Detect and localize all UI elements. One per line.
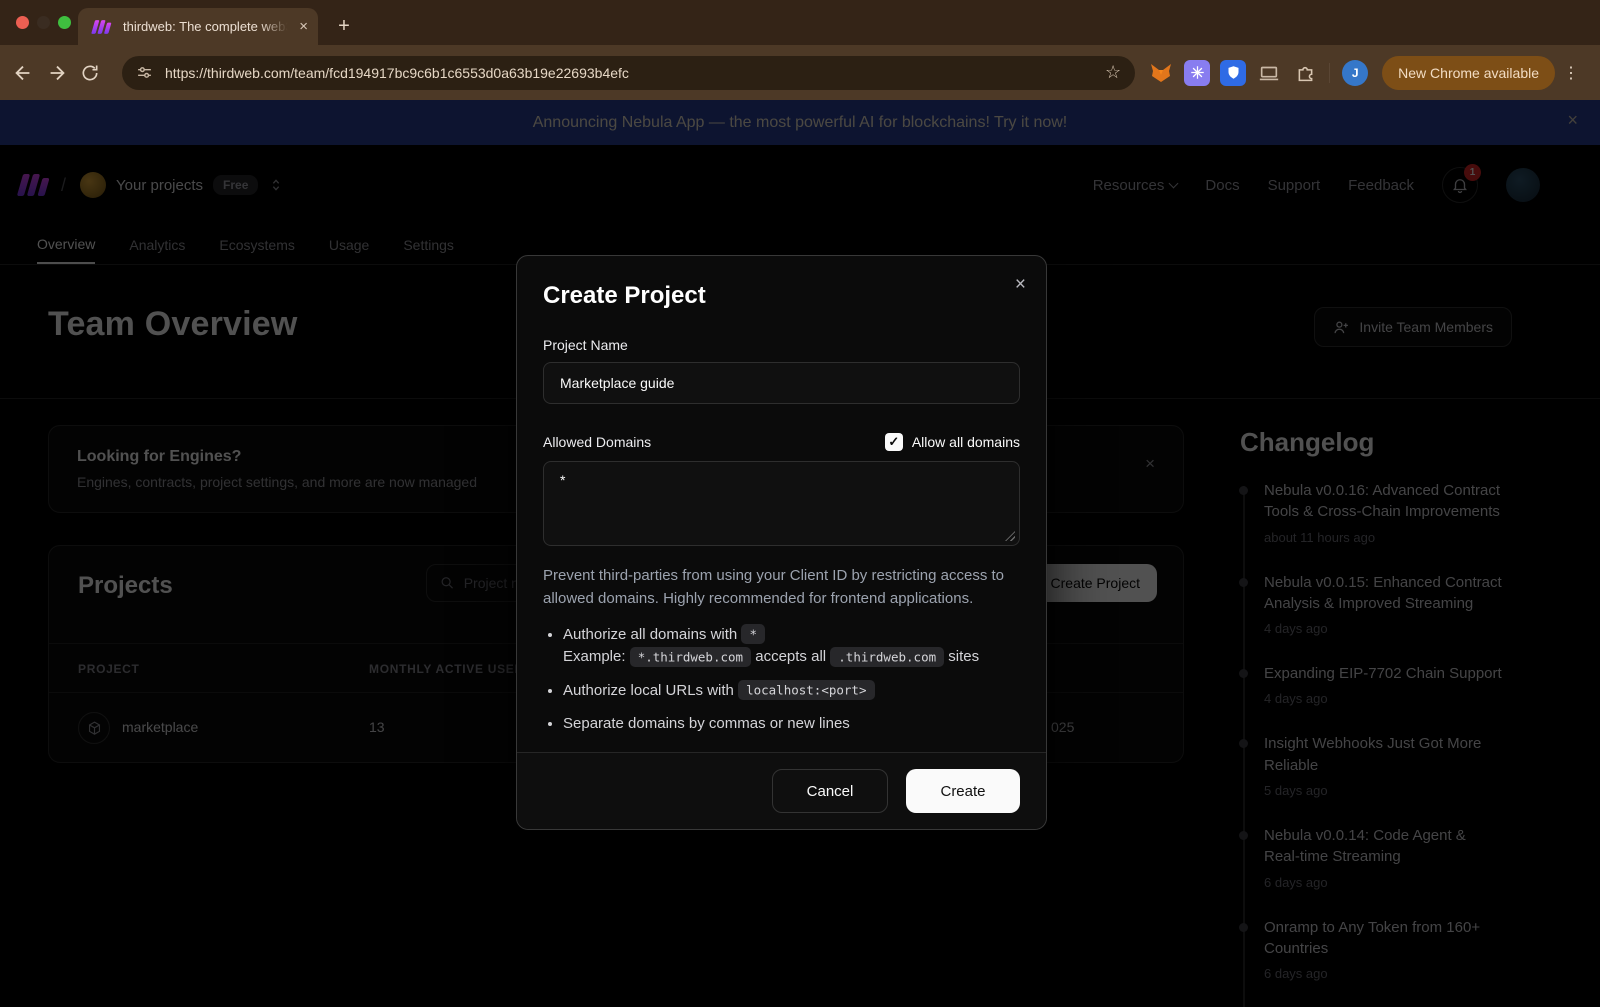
laptop-extension-icon[interactable]	[1256, 60, 1282, 86]
browser-tab[interactable]: thirdweb: The complete web3 ×	[78, 8, 318, 45]
reload-icon[interactable]	[80, 63, 114, 83]
modal-footer: Cancel Create	[517, 752, 1046, 829]
domains-bullet-list: Authorize all domains with * Example: *.…	[563, 624, 1020, 747]
bullet-separate: Separate domains by commas or new lines	[563, 713, 1020, 736]
project-name-input[interactable]	[543, 362, 1020, 404]
allowed-domains-label: Allowed Domains	[543, 434, 651, 450]
allow-all-domains-toggle[interactable]: ✓ Allow all domains	[885, 433, 1020, 451]
metamask-extension-icon[interactable]	[1148, 60, 1174, 86]
project-name-label: Project Name	[543, 337, 1020, 353]
resize-handle[interactable]	[1005, 531, 1015, 541]
url-text: https://thirdweb.com/team/fcd194917bc9c6…	[165, 65, 1093, 81]
bullet-authorize-all: Authorize all domains with * Example: *.…	[563, 624, 1020, 669]
allow-all-domains-label: Allow all domains	[912, 434, 1020, 450]
localhost-code: localhost:<port>	[738, 680, 874, 700]
create-project-modal: × Create Project Project Name Allowed Do…	[516, 255, 1047, 830]
thirdweb-favicon	[93, 20, 110, 34]
window-zoom-button[interactable]	[58, 16, 71, 29]
extensions-puzzle-icon[interactable]	[1292, 60, 1318, 86]
create-button[interactable]: Create	[906, 769, 1020, 813]
tab-close-icon[interactable]: ×	[299, 18, 308, 35]
webpage: Announcing Nebula App — the most powerfu…	[0, 100, 1600, 1007]
cancel-button[interactable]: Cancel	[772, 769, 888, 813]
bookmark-star-icon[interactable]: ☆	[1105, 62, 1121, 83]
shield-extension-icon[interactable]	[1220, 60, 1246, 86]
back-icon[interactable]	[12, 62, 46, 84]
window-close-button[interactable]	[16, 16, 29, 29]
modal-title: Create Project	[543, 282, 1020, 310]
site-settings-icon[interactable]	[136, 64, 153, 81]
example-code-1: *.thirdweb.com	[630, 647, 751, 667]
tab-title: thirdweb: The complete web3	[123, 19, 291, 34]
browser-profile-avatar[interactable]: J	[1342, 60, 1368, 86]
modal-close-icon[interactable]: ×	[1015, 274, 1026, 296]
allowed-domains-value: *	[560, 472, 565, 488]
url-bar[interactable]: https://thirdweb.com/team/fcd194917bc9c6…	[122, 56, 1135, 90]
allowed-domains-textarea[interactable]: *	[543, 461, 1020, 546]
domains-help-text: Prevent third-parties from using your Cl…	[543, 564, 1020, 611]
browser-chrome: thirdweb: The complete web3 × + https://…	[0, 0, 1600, 100]
screen: thirdweb: The complete web3 × + https://…	[0, 0, 1600, 1007]
new-chrome-available-button[interactable]: New Chrome available	[1382, 56, 1555, 90]
example-code-2: .thirdweb.com	[830, 647, 944, 667]
wildcard-code: *	[741, 624, 765, 644]
toolbar-divider	[1329, 63, 1330, 83]
window-controls	[16, 16, 71, 29]
snowflake-extension-icon[interactable]	[1184, 60, 1210, 86]
browser-menu-icon[interactable]: ⋮	[1563, 63, 1580, 83]
bullet-localhost: Authorize local URLs with localhost:<por…	[563, 680, 1020, 703]
checkbox-checked-icon[interactable]: ✓	[885, 433, 903, 451]
tab-strip: thirdweb: The complete web3 × +	[0, 0, 1600, 45]
window-minimize-button[interactable]	[37, 16, 50, 29]
new-tab-button[interactable]: +	[332, 15, 356, 38]
browser-toolbar: https://thirdweb.com/team/fcd194917bc9c6…	[0, 45, 1600, 100]
forward-icon[interactable]	[46, 62, 80, 84]
